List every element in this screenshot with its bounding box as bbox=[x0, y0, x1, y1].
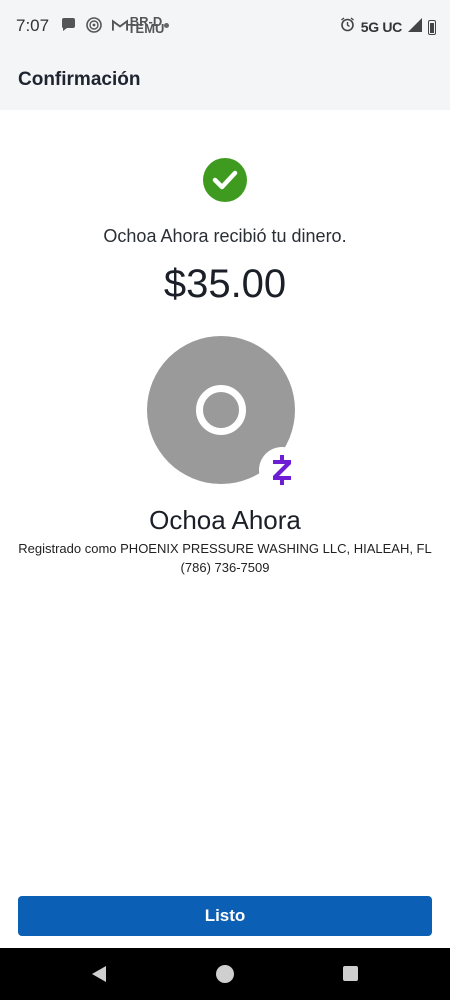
done-button[interactable]: Listo bbox=[18, 896, 432, 936]
signal-icon bbox=[408, 17, 422, 37]
navigation-bar bbox=[0, 948, 450, 1000]
notification-icons: BR-D TEMU bbox=[60, 15, 169, 35]
gmail-icon bbox=[112, 17, 128, 33]
chat-bubble-icon bbox=[60, 17, 76, 33]
page-title: Confirmación bbox=[18, 69, 141, 90]
fingerprint-icon bbox=[86, 17, 102, 33]
back-icon[interactable] bbox=[90, 965, 108, 983]
recipient-name: Ochoa Ahora bbox=[149, 505, 301, 535]
dot-icon bbox=[164, 22, 169, 28]
network-type: 5G UC bbox=[360, 19, 403, 35]
home-icon[interactable] bbox=[216, 965, 234, 983]
payment-amount: $35.00 bbox=[163, 262, 287, 306]
temu-icon: BR-D TEMU bbox=[128, 15, 165, 35]
success-check-icon bbox=[203, 158, 247, 202]
battery-icon bbox=[428, 19, 436, 35]
confirmation-message: Ochoa Ahora recibió tu dinero. bbox=[103, 226, 347, 246]
recipient-phone: (786) 736-7509 bbox=[180, 560, 270, 575]
app-header: Confirmación bbox=[0, 54, 450, 110]
system-icons: 5G UC bbox=[340, 17, 436, 37]
temu-label-bottom: TEMU bbox=[127, 21, 165, 36]
alarm-icon bbox=[340, 17, 355, 37]
avatar-placeholder-icon bbox=[196, 385, 246, 435]
zelle-logo-icon bbox=[259, 447, 305, 493]
registered-as: Registrado como PHOENIX PRESSURE WASHING… bbox=[18, 541, 432, 556]
status-time: 7:07 bbox=[16, 16, 50, 35]
recents-icon[interactable] bbox=[343, 966, 358, 981]
status-bar: 7:07 BR-D TEMU 5G UC bbox=[0, 0, 450, 54]
